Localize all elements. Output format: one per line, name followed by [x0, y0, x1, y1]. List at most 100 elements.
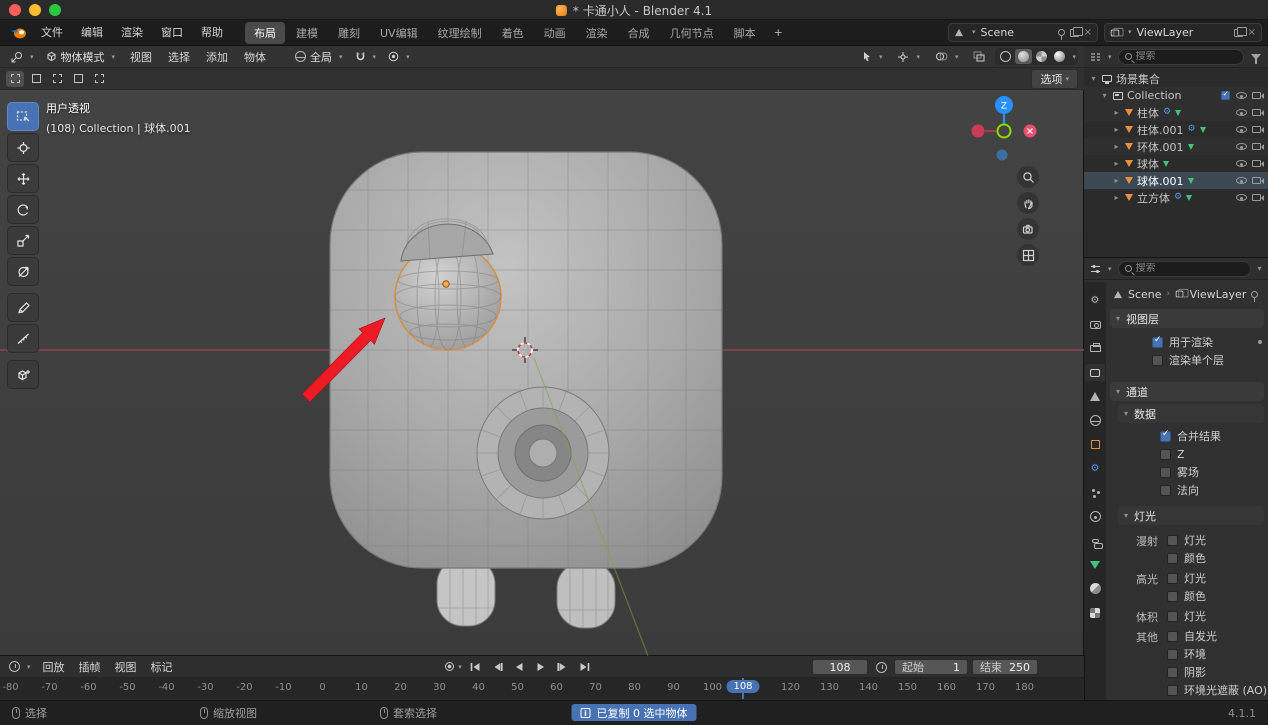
timeline-editor-type-button[interactable]: [6, 661, 34, 672]
texture-tab-icon[interactable]: [1085, 604, 1105, 621]
workspace-tab[interactable]: 着色: [493, 22, 533, 44]
disable-render-icon[interactable]: [1252, 109, 1261, 116]
workspace-tab[interactable]: 动画: [535, 22, 575, 44]
viewport-menu-item[interactable]: 添加: [198, 49, 236, 65]
remove-viewlayer-icon[interactable]: ×: [1248, 27, 1256, 38]
passes-panel-header[interactable]: ▾ 通道: [1110, 382, 1264, 401]
workspace-tab[interactable]: 建模: [287, 22, 327, 44]
material-tab-icon[interactable]: [1085, 580, 1105, 597]
disable-render-icon[interactable]: [1252, 143, 1261, 150]
status-notification[interactable]: i 已复制 0 选中物体: [572, 704, 697, 721]
menubar-item[interactable]: 窗口: [152, 21, 192, 45]
pass-row[interactable]: 颜色: [1167, 550, 1206, 566]
animate-decorator-dot[interactable]: [1258, 340, 1262, 344]
outliner-object-row[interactable]: ▸ 球体.001 ⚙: [1084, 172, 1268, 189]
scale-tool[interactable]: [7, 226, 39, 255]
measure-tool[interactable]: [7, 324, 39, 353]
close-window-button[interactable]: [9, 4, 21, 16]
viewport-3d[interactable]: 物体模式 视图选择添加物体 全局: [0, 46, 1084, 656]
viewport-menu-item[interactable]: 视图: [122, 49, 160, 65]
properties-search-input[interactable]: [1136, 263, 1244, 274]
disable-render-icon[interactable]: [1252, 177, 1261, 184]
axis-x-neg-handle[interactable]: [972, 125, 985, 138]
checkbox[interactable]: [1167, 611, 1178, 622]
modifiers-tab-icon[interactable]: ⚙: [1085, 460, 1105, 477]
render-tab-icon[interactable]: [1085, 316, 1105, 333]
viewport-menu-item[interactable]: 选择: [160, 49, 198, 65]
shading-dropdown[interactable]: [1069, 50, 1076, 63]
checkbox[interactable]: [1160, 431, 1171, 442]
frame-end-field[interactable]: 结束250: [972, 659, 1038, 675]
mode-select[interactable]: 物体模式: [41, 48, 121, 66]
browse-scene-icon[interactable]: [969, 27, 976, 38]
checkbox[interactable]: [1167, 667, 1178, 678]
zoom-view-button[interactable]: [1017, 166, 1039, 188]
outliner-object-row[interactable]: ▸ 环体.001 ⚙: [1084, 138, 1268, 155]
cursor-tool[interactable]: [7, 133, 39, 162]
pass-row[interactable]: 灯光: [1167, 608, 1206, 624]
axis-z-neg-handle[interactable]: [997, 150, 1008, 161]
outliner-search[interactable]: [1118, 49, 1244, 65]
disable-render-icon[interactable]: [1252, 194, 1261, 201]
current-frame-field[interactable]: 108: [812, 659, 868, 675]
select-mode-subtract-button[interactable]: [48, 71, 66, 87]
pass-row[interactable]: 法向: [1160, 482, 1268, 498]
outliner-object-row[interactable]: ▸ 柱体 ⚙: [1084, 104, 1268, 121]
workspace-tab[interactable]: 合成: [619, 22, 659, 44]
select-mode-new-button[interactable]: [6, 71, 24, 87]
disclosure-triangle[interactable]: ▸: [1112, 142, 1121, 151]
gizmos-dropdown[interactable]: [892, 50, 925, 64]
properties-editor-type-button[interactable]: [1088, 264, 1114, 274]
pass-row[interactable]: 自发光: [1167, 628, 1267, 644]
particles-tab-icon[interactable]: [1085, 484, 1105, 501]
camera-view-button[interactable]: [1017, 218, 1039, 240]
pass-row[interactable]: 灯光: [1167, 532, 1206, 548]
disclosure-triangle[interactable]: ▸: [1112, 193, 1121, 202]
play-reverse-button[interactable]: [509, 658, 529, 675]
checkbox[interactable]: [1152, 337, 1163, 348]
transform-orientation-select[interactable]: 全局: [290, 48, 348, 66]
checkbox[interactable]: [1167, 553, 1178, 564]
world-tab-icon[interactable]: [1085, 412, 1105, 429]
xray-toggle[interactable]: [968, 50, 990, 63]
timeline-menu-item[interactable]: 标记: [144, 659, 180, 675]
shading-material-button[interactable]: [1033, 49, 1050, 64]
minimize-window-button[interactable]: [29, 4, 41, 16]
rotate-tool[interactable]: [7, 195, 39, 224]
data-section-header[interactable]: ▾ 数据: [1118, 404, 1264, 423]
outliner-object-row[interactable]: ▸ 柱体.001 ⚙: [1084, 121, 1268, 138]
outliner-object-row[interactable]: ▸ 球体 ⚙: [1084, 155, 1268, 172]
hide-eye-icon[interactable]: [1236, 126, 1247, 133]
auto-keying-toggle[interactable]: [443, 658, 463, 675]
hide-eye-icon[interactable]: [1236, 92, 1247, 99]
disclosure-triangle[interactable]: ▾: [1089, 74, 1098, 83]
use-preview-range-icon[interactable]: [876, 662, 887, 673]
axis-y-handle[interactable]: [998, 125, 1011, 138]
collection-checkbox[interactable]: [1221, 91, 1230, 100]
viewport-canvas[interactable]: [0, 90, 1084, 656]
checkbox[interactable]: [1167, 649, 1178, 660]
view-layer-panel-header[interactable]: ▾ 视图层: [1110, 309, 1264, 328]
checkbox[interactable]: [1167, 591, 1178, 602]
timeline-menu-item[interactable]: 视图: [108, 659, 144, 675]
workspace-tab[interactable]: 雕刻: [329, 22, 369, 44]
breadcrumb-viewlayer[interactable]: ViewLayer: [1190, 288, 1247, 301]
hide-eye-icon[interactable]: [1236, 194, 1247, 201]
filter-icon[interactable]: [1251, 54, 1261, 60]
physics-tab-icon[interactable]: [1085, 508, 1105, 525]
outliner-editor-type-button[interactable]: [1088, 52, 1114, 62]
pass-row[interactable]: 灯光: [1167, 570, 1206, 586]
timeline-ruler[interactable]: -80-70-60-50-40-30-20-100102030405060708…: [0, 678, 1084, 699]
unlink-scene-icon[interactable]: ×: [1084, 27, 1092, 38]
pass-row[interactable]: 颜色: [1167, 588, 1206, 604]
menubar-item[interactable]: 编辑: [72, 21, 112, 45]
outliner-search-input[interactable]: [1136, 51, 1237, 62]
hide-eye-icon[interactable]: [1236, 109, 1247, 116]
add-workspace-button[interactable]: +: [766, 24, 791, 41]
menubar-item[interactable]: 渲染: [112, 21, 152, 45]
checkbox[interactable]: [1167, 631, 1178, 642]
overlays-dropdown[interactable]: [930, 50, 964, 63]
shading-solid-button[interactable]: [1015, 49, 1032, 64]
object-data-tab-icon[interactable]: [1085, 556, 1105, 573]
shading-wireframe-button[interactable]: [997, 49, 1014, 64]
